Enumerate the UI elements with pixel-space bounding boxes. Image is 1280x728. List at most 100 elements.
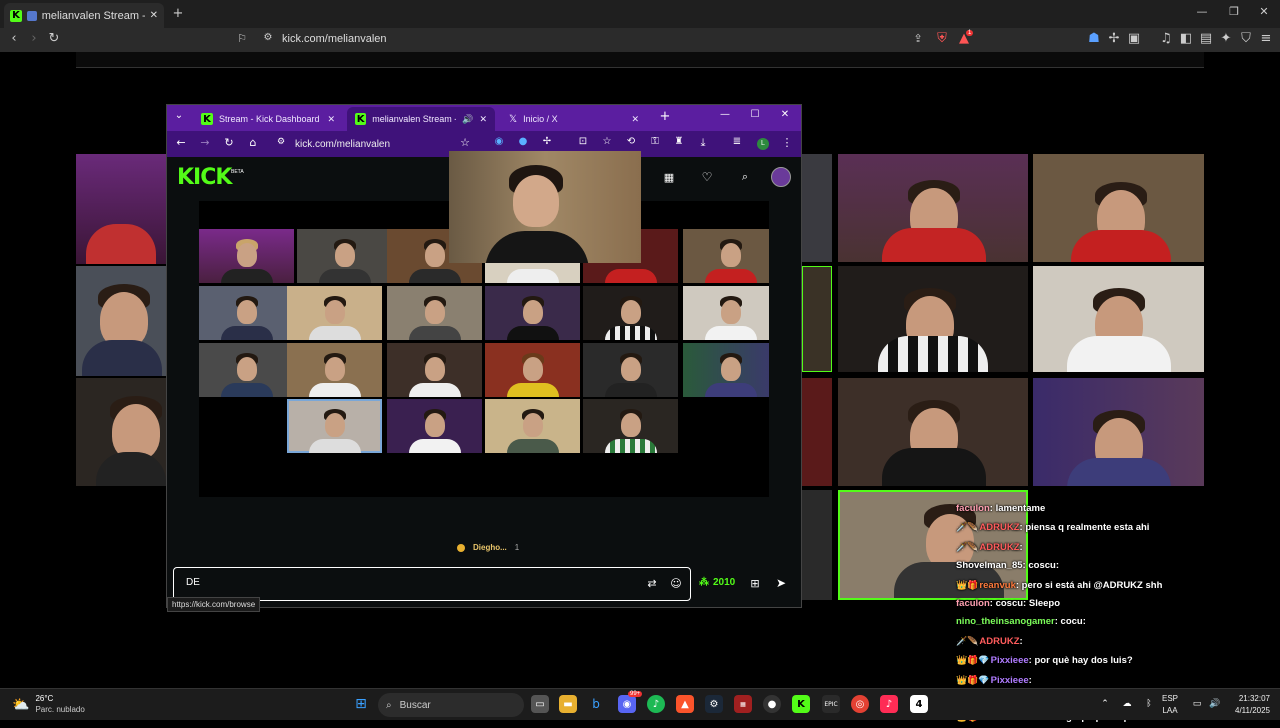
translate-icon[interactable]: ⇄ xyxy=(644,577,660,590)
reader-icon[interactable]: ▣ xyxy=(1126,31,1142,46)
inner-tab-dashboard[interactable]: K Stream - Kick Dashboard ✕ xyxy=(193,107,343,131)
extensions-icon[interactable]: ✢ xyxy=(1106,31,1122,46)
spotify-icon[interactable]: ♪ xyxy=(647,695,665,713)
kick-logo[interactable]: KICK xyxy=(177,165,232,190)
screenshot-icon[interactable]: ⊡ xyxy=(575,136,591,147)
outer-address-bar[interactable]: kick.com/melianvalen xyxy=(282,33,387,45)
bookmark-icon[interactable]: ⚐ xyxy=(234,32,250,45)
gift-icon[interactable]: ⊞ xyxy=(747,577,763,590)
chat-username[interactable]: Pixxieee xyxy=(991,655,1029,666)
shield-icon[interactable]: ⛨ xyxy=(934,31,950,46)
file-explorer-icon[interactable]: ▬ xyxy=(559,695,577,713)
extension-icon[interactable]: ● xyxy=(515,136,531,147)
task-view-icon[interactable]: ▭ xyxy=(531,695,549,713)
github-icon[interactable]: ● xyxy=(763,695,781,713)
forward-icon[interactable]: → xyxy=(197,136,213,149)
chat-username[interactable]: faculon xyxy=(956,598,990,609)
network-tray-icon[interactable]: ☁ xyxy=(1118,695,1136,713)
tiktok-icon[interactable]: ♪ xyxy=(880,695,898,713)
chat-username[interactable]: nino_theinsanogamer xyxy=(956,616,1055,627)
back-icon[interactable]: ‹ xyxy=(6,31,22,46)
brave-icon[interactable]: ▲ xyxy=(676,695,694,713)
clock[interactable]: 21:32:07 4/11/2025 xyxy=(1235,693,1270,717)
history-icon[interactable]: ⟲ xyxy=(623,136,639,147)
taskbar-search[interactable]: ⌕ Buscar xyxy=(378,693,524,717)
ai-icon[interactable]: ✦ xyxy=(1218,31,1234,46)
chat-username[interactable]: ADRUKZ xyxy=(979,522,1019,533)
chrome-icon[interactable]: ◎ xyxy=(851,695,869,713)
site-info-icon[interactable]: ⚙ xyxy=(260,32,276,43)
leo-icon[interactable]: ☗ xyxy=(1086,31,1102,46)
favorites-icon[interactable]: ☆ xyxy=(599,136,615,147)
site-info-icon[interactable]: ⚙ xyxy=(273,137,289,147)
close-tab-icon[interactable]: ✕ xyxy=(150,10,158,21)
search-icon[interactable]: ⌕ xyxy=(737,170,753,184)
minimize-icon[interactable]: — xyxy=(717,109,733,120)
reload-icon[interactable]: ↻ xyxy=(221,136,237,149)
menu-icon[interactable]: ≡ xyxy=(1258,31,1274,46)
close-window-icon[interactable]: ✕ xyxy=(777,109,793,120)
profile-avatar[interactable]: L xyxy=(757,138,769,150)
password-icon[interactable]: ⚿ xyxy=(647,136,663,147)
weather-widget[interactable]: ⛅ 26°C Parc. nublado xyxy=(12,693,85,715)
forward-icon[interactable]: › xyxy=(26,31,42,46)
voicemeeter-icon[interactable]: ▦ xyxy=(734,695,752,713)
close-window-icon[interactable]: ✕ xyxy=(1256,5,1272,18)
home-icon[interactable]: ⌂ xyxy=(245,136,261,149)
send-icon[interactable]: ➤ xyxy=(773,576,789,590)
audio-icon[interactable]: 🔊 xyxy=(462,114,473,125)
maximize-icon[interactable]: ❐ xyxy=(1226,5,1242,18)
vpn-icon[interactable]: ⛉ xyxy=(1238,31,1254,46)
inner-tab-stream[interactable]: K melianvalen Stream - Watc 🔊 ✕ xyxy=(347,107,495,131)
viewer-name[interactable]: Diegho... xyxy=(473,543,507,552)
chat-username[interactable]: ADRUKZ xyxy=(979,636,1019,647)
display-tray-icon[interactable]: ▭ xyxy=(1188,695,1206,713)
inner-tab-x[interactable]: 𝕏 Inicio / X ✕ xyxy=(501,107,647,131)
new-tab-button[interactable]: + xyxy=(657,109,673,124)
outer-tab-active[interactable]: K melianvalen Stream - Watch l ✕ xyxy=(4,3,164,28)
epic-games-icon[interactable]: EPIC xyxy=(822,695,840,713)
start-windows-icon[interactable]: ⊞ xyxy=(352,695,370,713)
bluetooth-tray-icon[interactable]: ᛒ xyxy=(1140,695,1158,713)
more-menu-icon[interactable]: ⋮ xyxy=(779,136,795,149)
browse-icon[interactable]: ▦ xyxy=(661,171,677,184)
new-tab-button[interactable]: + xyxy=(170,6,186,21)
emoji-icon[interactable]: ☺ xyxy=(668,577,684,590)
cast-icon[interactable]: ◉ xyxy=(491,136,507,147)
bing-icon[interactable]: b xyxy=(587,695,605,713)
chat-username[interactable]: Pixxieee xyxy=(991,675,1029,686)
kick-taskbar-icon[interactable]: K xyxy=(792,695,810,713)
chat-username[interactable]: ADRUKZ xyxy=(979,542,1019,553)
discord-icon[interactable]: ◉ xyxy=(618,695,636,713)
star-icon[interactable]: ☆ xyxy=(457,136,473,149)
close-tab-icon[interactable]: ✕ xyxy=(327,114,335,125)
minimize-icon[interactable]: — xyxy=(1194,5,1210,18)
tray-overflow-icon[interactable]: ⌃ xyxy=(1096,695,1114,713)
user-avatar[interactable] xyxy=(771,167,791,187)
music-icon[interactable]: ♫ xyxy=(1158,31,1174,46)
app-4-icon[interactable]: 4 xyxy=(910,695,928,713)
reload-icon[interactable]: ↻ xyxy=(46,31,62,46)
incognito-icon[interactable]: ♜ xyxy=(671,136,687,147)
maximize-icon[interactable]: ☐ xyxy=(747,109,763,120)
back-icon[interactable]: ← xyxy=(173,136,189,149)
steam-icon[interactable]: ⚙ xyxy=(705,695,723,713)
sidebar-icon[interactable]: ◧ xyxy=(1178,31,1194,46)
chat-username[interactable]: reanvuk xyxy=(979,580,1015,591)
download-icon[interactable]: ⤓ xyxy=(695,136,711,150)
chat-username[interactable]: Shovelman_85 xyxy=(956,560,1023,571)
wallet-icon[interactable]: ▤ xyxy=(1198,31,1214,46)
channel-points[interactable]: ⁂ 2010 xyxy=(699,577,735,588)
tab-search-icon[interactable]: ⌄ xyxy=(171,110,187,121)
language-indicator[interactable]: ESP LAA xyxy=(1162,693,1178,717)
close-tab-icon[interactable]: ✕ xyxy=(631,114,639,125)
chat-input[interactable] xyxy=(186,577,606,588)
share-icon[interactable]: ⇪ xyxy=(910,32,926,45)
inner-address-bar[interactable]: kick.com/melianvalen xyxy=(295,139,390,150)
volume-tray-icon[interactable]: 🔊 xyxy=(1206,695,1224,713)
chat-username[interactable]: faculon xyxy=(956,503,990,514)
following-heart-icon[interactable]: ♡ xyxy=(699,170,715,184)
puzzle-icon[interactable]: ✢ xyxy=(539,136,555,147)
close-tab-icon[interactable]: ✕ xyxy=(479,114,487,125)
queue-icon[interactable]: ≣ xyxy=(729,136,745,147)
